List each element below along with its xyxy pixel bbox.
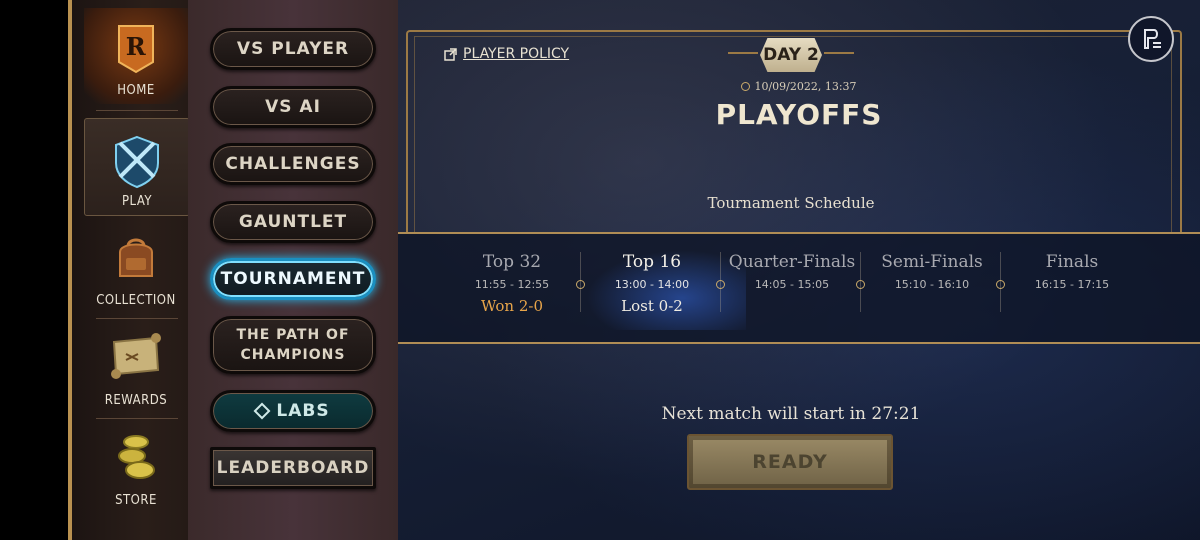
stage-result: Lost 0-2 <box>621 297 683 315</box>
stage-name: Finals <box>1045 252 1099 272</box>
stage-top-16: Top 16 13:00 - 14:00 Lost 0-2 <box>582 252 722 315</box>
stage-name: Semi-Finals <box>881 252 983 272</box>
datetime-text: 10/09/2022, 13:37 <box>754 80 857 93</box>
stage-time: 16:15 - 17:15 <box>1034 278 1110 291</box>
next-match-countdown: Next match will start in 27:21 <box>661 404 921 424</box>
stage-time: 14:05 - 15:05 <box>754 278 830 291</box>
stage-quarter-finals: Quarter-Finals 14:05 - 15:05 <box>722 252 862 291</box>
stage-time: 11:55 - 12:55 <box>474 278 550 291</box>
nav-item-play[interactable]: PLAY <box>84 118 190 216</box>
stage-result: Won 2-0 <box>480 297 543 315</box>
stage-time: 13:00 - 14:00 <box>614 278 690 291</box>
nav-label-rewards: REWARDS <box>104 393 168 408</box>
page-title: PLAYOFFS <box>715 98 883 131</box>
external-link-icon <box>444 47 457 61</box>
player-policy-label: PLAYER POLICY <box>463 46 570 62</box>
home-r-icon: R <box>118 25 154 74</box>
profile-button[interactable] <box>1128 16 1174 62</box>
stage-name: Top 32 <box>482 252 542 272</box>
path-label-line1: THE PATH OF <box>236 327 350 343</box>
stage-finals: Finals 16:15 - 17:15 <box>1002 252 1142 291</box>
svg-text:R: R <box>126 32 147 61</box>
nav-label-play: PLAY <box>122 194 152 209</box>
schedule-top-border <box>398 232 1200 234</box>
nav-label-store: STORE <box>115 493 157 508</box>
crossed-swords-shield-icon <box>115 135 159 189</box>
play-mode-panel: VS PLAYER VS AI CHALLENGES GAUNTLET TOUR… <box>188 0 400 540</box>
labs-button[interactable]: LABS <box>210 390 376 432</box>
nav-label-collection: COLLECTION <box>96 293 176 308</box>
ready-button[interactable]: READY <box>687 434 893 490</box>
day-badge: DAY 2 <box>760 38 822 72</box>
tournament-view: PLAYER POLICY DAY 2 10/09/2022, 13:37 PL… <box>398 0 1200 540</box>
vs-player-button[interactable]: VS PLAYER <box>210 28 376 70</box>
nav-item-store[interactable]: STORE <box>84 418 188 514</box>
tournament-datetime: 10/09/2022, 13:37 <box>398 80 1200 93</box>
nav-divider <box>96 110 178 111</box>
scroll-map-icon <box>111 333 161 379</box>
challenges-button[interactable]: CHALLENGES <box>210 143 376 185</box>
schedule-title: Tournament Schedule <box>707 194 875 212</box>
clock-icon <box>741 82 751 91</box>
left-bezel <box>0 0 70 540</box>
main-nav: R HOME PLAY COLLECTION REWARDS STORE <box>68 0 192 540</box>
player-policy-link[interactable]: PLAYER POLICY <box>444 46 569 62</box>
path-label-line2: CHAMPIONS <box>240 347 346 363</box>
schedule-bottom-border <box>398 342 1200 344</box>
vs-ai-button[interactable]: VS AI <box>210 86 376 128</box>
stage-semi-finals: Semi-Finals 15:10 - 16:10 <box>862 252 1002 291</box>
stage-top-32: Top 32 11:55 - 12:55 Won 2-0 <box>442 252 582 315</box>
profile-icon <box>1144 29 1161 49</box>
stage-time: 15:10 - 16:10 <box>894 278 970 291</box>
path-of-champions-button[interactable]: THE PATH OF CHAMPIONS <box>210 316 376 374</box>
nav-item-rewards[interactable]: REWARDS <box>84 318 188 414</box>
tournament-button[interactable]: TOURNAMENT <box>210 258 376 300</box>
stage-name: Quarter-Finals <box>728 252 856 272</box>
gauntlet-button[interactable]: GAUNTLET <box>210 201 376 243</box>
day-ornament-left <box>728 52 758 54</box>
day-ornament-right <box>824 52 854 54</box>
labs-label: LABS <box>276 401 330 421</box>
labs-icon <box>253 402 271 420</box>
screen: R HOME PLAY COLLECTION REWARDS STORE VS … <box>0 0 1200 540</box>
stage-name: Top 16 <box>622 252 682 272</box>
nav-item-home[interactable]: R HOME <box>84 8 188 104</box>
backpack-icon <box>119 238 153 277</box>
nav-item-collection[interactable]: COLLECTION <box>84 218 188 314</box>
coins-icon <box>118 435 155 479</box>
leaderboard-button[interactable]: LEADERBOARD <box>210 447 376 489</box>
nav-label-home: HOME <box>117 83 155 98</box>
